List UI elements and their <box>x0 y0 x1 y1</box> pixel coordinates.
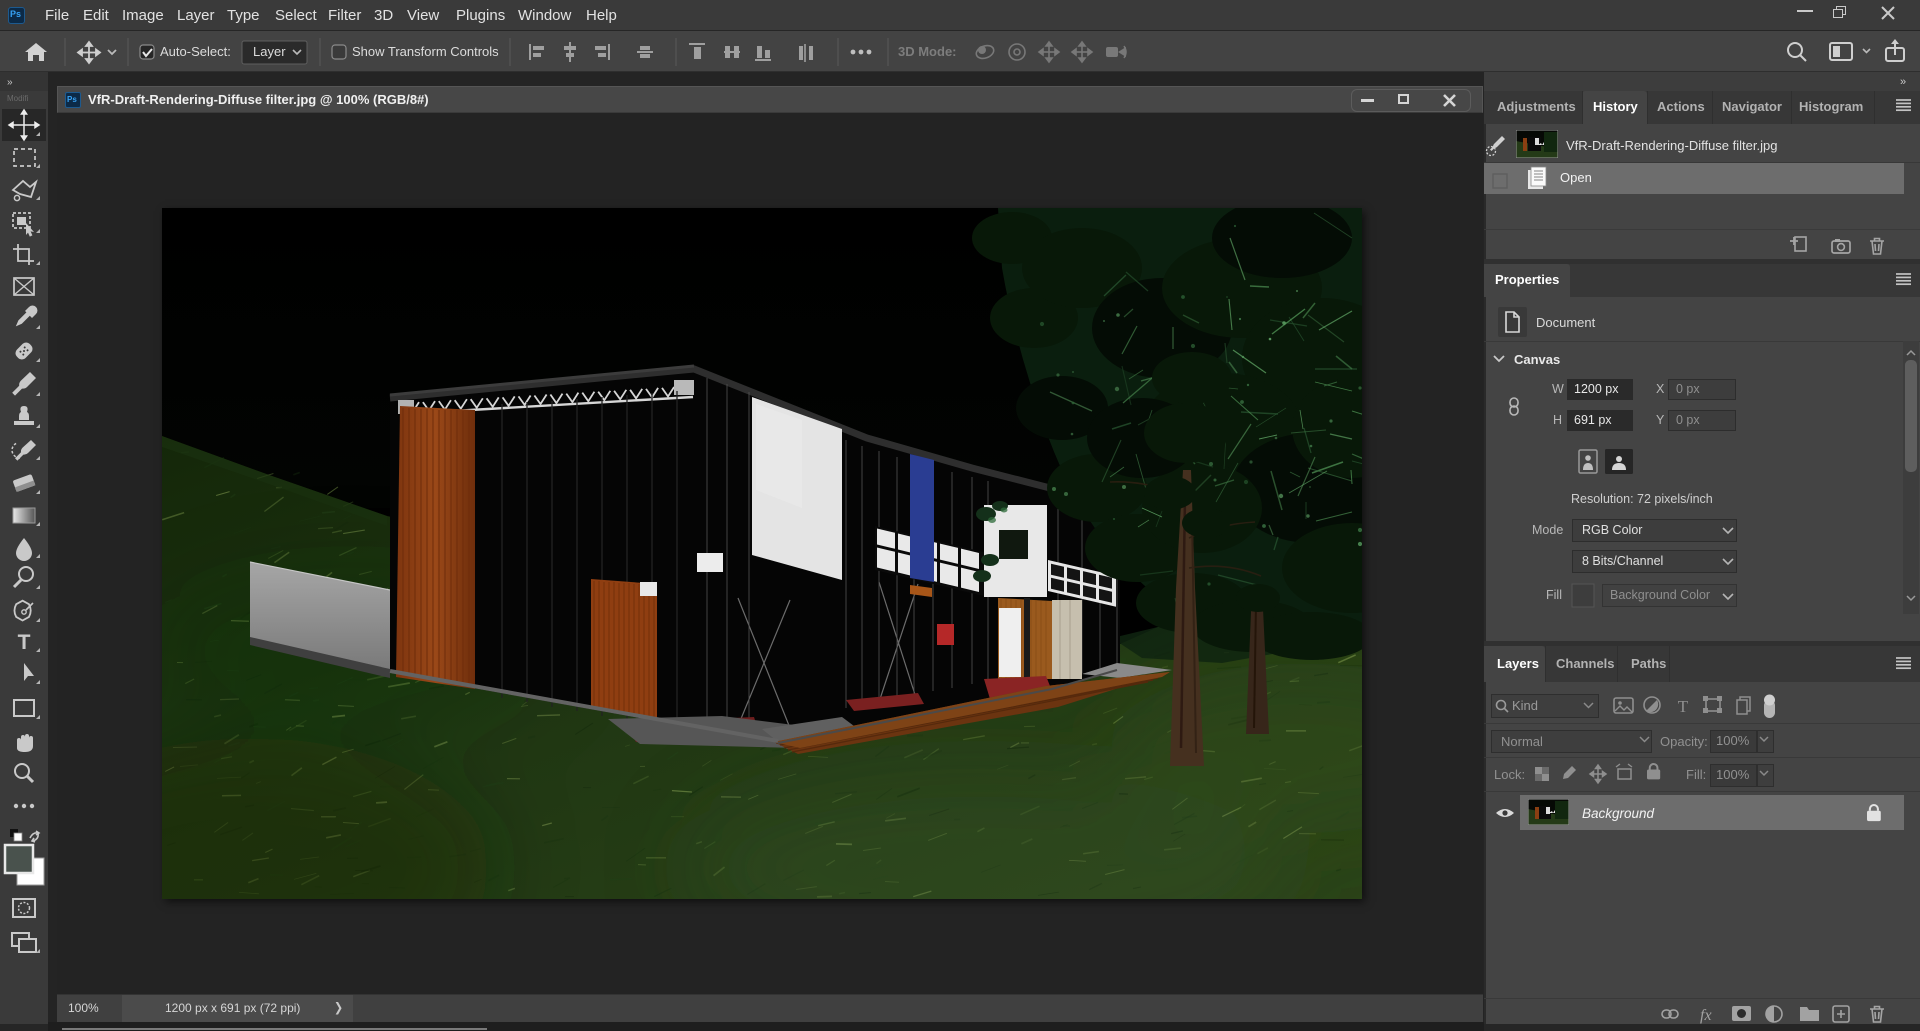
svg-text:»: » <box>7 77 13 88</box>
svg-text:T: T <box>18 631 31 654</box>
svg-text:Modifi: Modifi <box>7 94 29 103</box>
